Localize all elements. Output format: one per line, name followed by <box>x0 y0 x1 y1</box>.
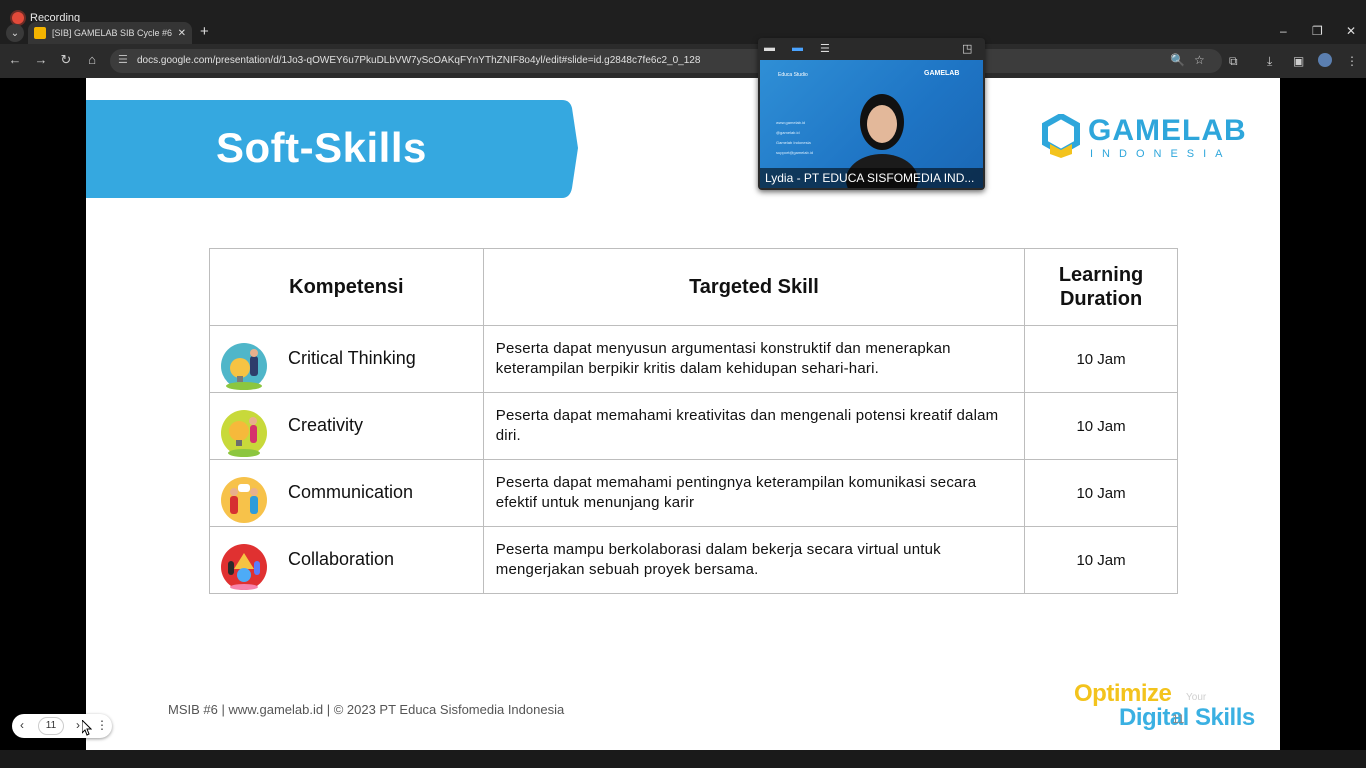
video-call-tile[interactable]: ▬ ▬ ☰ ◳ Educa Studio GAMELAB www.gamelab… <box>758 38 985 190</box>
browser-toolbar: ← → ↻ ⌂ ☰ docs.google.com/presentation/d… <box>0 44 1366 78</box>
optimize-tagline: Optimize Your Digital Skills <box>1074 680 1274 736</box>
gamelab-logo-icon <box>1042 114 1080 158</box>
feed-line: support@gamelab.id <box>776 150 813 155</box>
tab-search-icon[interactable]: ⌄ <box>6 24 24 42</box>
gamelab-logo: GAMELAB INDONESIA <box>1042 114 1262 162</box>
minimize-button[interactable]: – <box>1280 24 1287 38</box>
gallery-view-icon[interactable]: ☰ <box>820 42 830 55</box>
communication-icon <box>221 477 267 523</box>
presentation-bottom-bar <box>0 750 1366 768</box>
presentation-right-margin <box>1280 78 1366 750</box>
competency-cell: Critical Thinking <box>209 325 484 393</box>
slides-favicon-icon <box>34 27 46 39</box>
speaker-view-icon[interactable]: ▬ <box>792 42 803 54</box>
competency-cell: Collaboration <box>209 526 484 594</box>
bookmark-star-icon[interactable]: ☆ <box>1194 53 1205 67</box>
skill-description: Peserta dapat memahami pentingnya ketera… <box>482 459 1026 527</box>
mouse-cursor-icon <box>82 720 92 736</box>
table-header-row: Kompetensi Targeted Skill Learning Durat… <box>209 248 1178 326</box>
restore-button[interactable]: ❐ <box>1312 24 1323 38</box>
slide-number-field[interactable]: 11 <box>38 717 64 735</box>
address-bar[interactable]: ☰ docs.google.com/presentation/d/1Jo3-qO… <box>110 49 1222 73</box>
feed-line: www.gamelab.id <box>776 120 806 125</box>
logo-name: GAMELAB <box>1088 114 1247 147</box>
back-button[interactable]: ← <box>6 52 24 67</box>
title-banner: Soft-Skills <box>86 100 578 198</box>
skill-description: Peserta dapat memahami kreativitas dan m… <box>482 392 1026 460</box>
creativity-icon <box>221 410 267 457</box>
competency-label: Critical Thinking <box>288 348 416 368</box>
new-tab-button[interactable]: + <box>200 23 209 40</box>
header-learning-duration-text: Learning Duration <box>1058 264 1144 310</box>
tab-title: [SIB] GAMELAB SIB Cycle #6 - G <box>52 28 172 38</box>
browser-menu-icon[interactable]: ⋮ <box>1346 54 1358 68</box>
duration-cell: 10 Jam <box>1024 526 1178 594</box>
tab-close-icon[interactable]: ✕ <box>178 28 186 39</box>
competency-label: Creativity <box>288 415 364 435</box>
close-window-button[interactable]: ✕ <box>1346 24 1356 38</box>
site-info-icon[interactable]: ☰ <box>118 53 128 66</box>
skill-description: Peserta mampu berkolaborasi dalam bekerj… <box>482 526 1026 594</box>
header-targeted-skill: Targeted Skill <box>482 248 1026 326</box>
table-row: Communication Peserta dapat memahami pen… <box>209 459 1178 527</box>
reload-button[interactable]: ↻ <box>57 52 75 68</box>
download-icon[interactable]: ⤓ <box>1267 54 1272 69</box>
forward-button[interactable]: → <box>32 52 50 67</box>
slide-footer: MSIB #6 | www.gamelab.id | © 2023 PT Edu… <box>168 702 565 717</box>
side-panel-icon[interactable]: ▣ <box>1293 54 1304 68</box>
previous-slide-button[interactable]: ‹ <box>20 718 24 732</box>
zoom-icon[interactable]: 🔍 <box>1170 53 1185 67</box>
tagline-your: Your <box>1186 692 1207 703</box>
video-tile-controls: ▬ ▬ ☰ ◳ <box>758 38 985 60</box>
logo-subtitle: INDONESIA <box>1090 148 1232 160</box>
critical-thinking-icon <box>221 343 267 390</box>
skill-description: Peserta dapat menyusun argumentasi konst… <box>482 325 1026 393</box>
competency-cell: Communication <box>209 459 484 527</box>
pop-out-icon[interactable]: ◳ <box>962 42 972 55</box>
duration-cell: 10 Jam <box>1024 325 1178 393</box>
feed-logo: GAMELAB <box>924 70 960 77</box>
feed-line: @gamelab.id <box>776 130 800 135</box>
participant-name: Lydia - PT EDUCA SISFOMEDIA IND... <box>760 168 983 188</box>
duration-cell: 10 Jam <box>1024 459 1178 527</box>
feed-line: Gamelab Indonesia <box>776 140 811 145</box>
table-row: Critical Thinking Peserta dapat menyusun… <box>209 325 1178 393</box>
feed-brand: Educa Studio <box>778 72 808 78</box>
presentation-slide: Soft-Skills GAMELAB INDONESIA Kompetensi… <box>86 78 1280 750</box>
duration-cell: 10 Jam <box>1024 392 1178 460</box>
table-row: Creativity Peserta dapat memahami kreati… <box>209 392 1178 460</box>
next-slide-button[interactable]: › <box>76 718 80 732</box>
url-text: docs.google.com/presentation/d/1Jo3-qOWE… <box>137 55 701 66</box>
competency-label: Communication <box>288 482 414 502</box>
presentation-left-margin <box>0 78 86 750</box>
competency-cell: Creativity <box>209 392 484 460</box>
soft-skills-table: Kompetensi Targeted Skill Learning Durat… <box>209 248 1178 594</box>
slide-navigation: ‹ 11 › ⋮ <box>12 714 112 738</box>
browser-titlebar: Recording ⌄ [SIB] GAMELAB SIB Cycle #6 -… <box>0 0 1366 44</box>
header-kompetensi: Kompetensi <box>209 248 484 326</box>
collaboration-icon <box>221 544 267 590</box>
tab-strip: ⌄ [SIB] GAMELAB SIB Cycle #6 - G ✕ + – ❐… <box>0 22 1366 44</box>
home-button[interactable]: ⌂ <box>83 52 101 67</box>
slide-page-number: 11 <box>1172 712 1185 726</box>
more-options-icon[interactable]: ⋮ <box>96 718 108 732</box>
minimize-video-icon[interactable]: ▬ <box>764 42 775 54</box>
tab-gamelab-slides[interactable]: [SIB] GAMELAB SIB Cycle #6 - G ✕ <box>28 22 192 44</box>
slide-title: Soft-Skills <box>216 124 427 171</box>
competency-label: Collaboration <box>288 549 395 569</box>
tagline-digital-skills: Digital Skills <box>1119 704 1255 731</box>
table-row: Collaboration Peserta mampu berkolaboras… <box>209 526 1178 594</box>
header-learning-duration: Learning Duration <box>1024 248 1178 326</box>
profile-avatar[interactable] <box>1318 53 1332 67</box>
extensions-icon[interactable]: ⧉ <box>1229 54 1238 69</box>
